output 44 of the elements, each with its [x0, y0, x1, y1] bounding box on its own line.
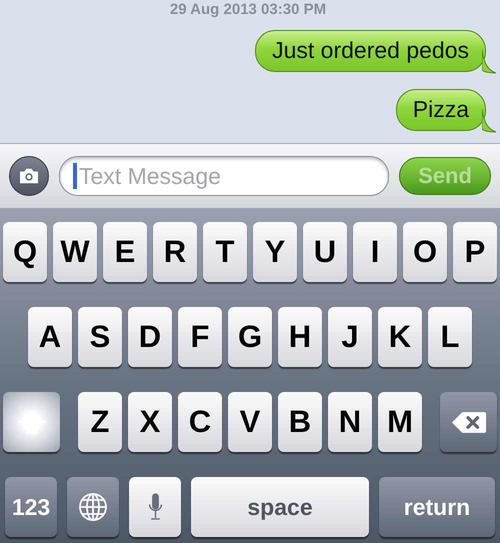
globe-key[interactable]: [67, 477, 119, 537]
space-key[interactable]: space: [191, 477, 369, 537]
letter-key[interactable]: K: [378, 307, 422, 367]
letter-key[interactable]: M: [378, 392, 422, 452]
letter-key[interactable]: J: [328, 307, 372, 367]
letter-key[interactable]: X: [128, 392, 172, 452]
globe-icon: [78, 492, 108, 522]
camera-button[interactable]: [9, 156, 49, 196]
numbers-key[interactable]: 123: [5, 477, 57, 537]
letter-key[interactable]: R: [153, 222, 197, 282]
letter-key[interactable]: H: [278, 307, 322, 367]
letter-key[interactable]: D: [128, 307, 172, 367]
letter-key[interactable]: Z: [78, 392, 122, 452]
letter-key[interactable]: P: [453, 222, 497, 282]
camera-icon: [18, 167, 40, 185]
letter-key[interactable]: I: [353, 222, 397, 282]
letter-key[interactable]: Y: [253, 222, 297, 282]
letter-key[interactable]: F: [178, 307, 222, 367]
letter-key[interactable]: L: [428, 307, 472, 367]
letter-key[interactable]: W: [53, 222, 97, 282]
delete-key[interactable]: [440, 392, 497, 452]
shift-arrow-icon: [16, 409, 46, 435]
letter-key[interactable]: A: [28, 307, 72, 367]
microphone-icon: [146, 492, 164, 522]
letter-key[interactable]: N: [328, 392, 372, 452]
letter-key[interactable]: U: [303, 222, 347, 282]
letter-key[interactable]: S: [78, 307, 122, 367]
letter-key[interactable]: G: [228, 307, 272, 367]
letter-key[interactable]: C: [178, 392, 222, 452]
bubble-tail: [482, 109, 496, 133]
message-field[interactable]: Text Message: [59, 156, 389, 196]
letter-key[interactable]: B: [278, 392, 322, 452]
message-input[interactable]: Text Message: [79, 162, 388, 190]
return-key[interactable]: return: [379, 477, 495, 537]
letter-key[interactable]: E: [103, 222, 147, 282]
delete-icon: [450, 410, 486, 434]
microphone-key[interactable]: [129, 477, 181, 537]
letter-key[interactable]: Q: [3, 222, 47, 282]
letter-key[interactable]: V: [228, 392, 272, 452]
letter-key[interactable]: O: [403, 222, 447, 282]
bubble-tail: [482, 50, 496, 74]
letter-key[interactable]: T: [203, 222, 247, 282]
message-timestamp: 29 Aug 2013 03:30 PM: [170, 1, 326, 18]
text-cursor: [73, 163, 77, 189]
